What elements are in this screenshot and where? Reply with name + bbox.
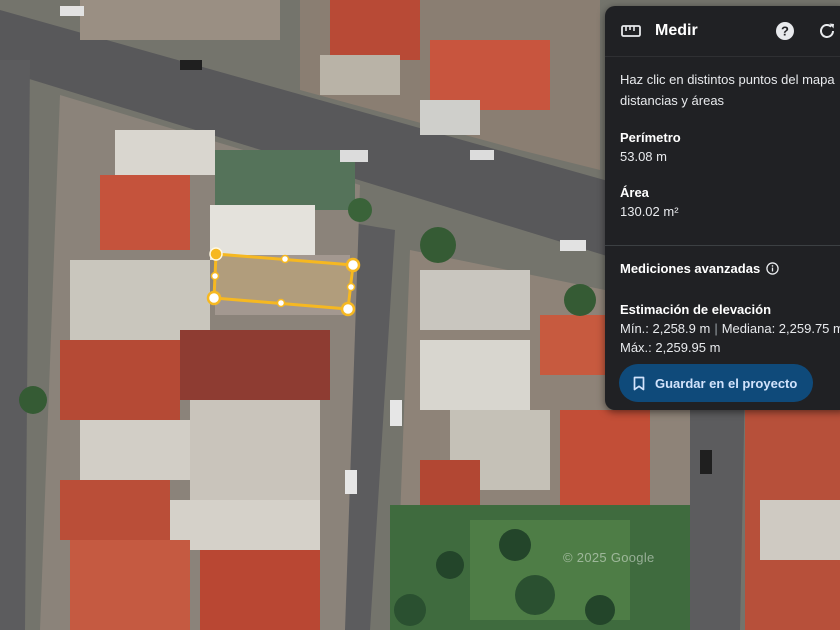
panel-title: Medir (655, 22, 698, 39)
panel-divider (605, 245, 840, 246)
area-value: 130.02 m² (620, 204, 679, 219)
save-button-label: Guardar en el proyecto (655, 375, 798, 391)
ruler-icon (621, 24, 641, 38)
bookmark-icon (633, 376, 645, 391)
elevation-median: Mediana: 2,259.75 m (721, 321, 840, 336)
refresh-button[interactable] (817, 21, 837, 41)
advanced-measurements[interactable]: Mediciones avanzadas (620, 259, 829, 278)
elevation-min: Mín.: 2,258.9 m (620, 321, 711, 336)
separator: | (714, 321, 718, 336)
svg-text:?: ? (781, 24, 789, 39)
elevation-max: Máx.: 2,259.95 m (620, 340, 721, 355)
measure-panel: Medir ? Haz clic en distintos puntos del… (605, 6, 840, 410)
instructions-text: Haz clic en distintos puntos del mapa di… (620, 72, 835, 108)
info-icon[interactable] (766, 262, 779, 275)
help-icon: ? (776, 22, 794, 40)
elevation-label: Estimación de elevación (620, 302, 772, 317)
perimeter-value: 53.08 m (620, 149, 667, 164)
refresh-icon (820, 23, 834, 38)
perimeter-section: Perímetro 53.08 m (620, 128, 829, 166)
elevation-section: Estimación de elevación Mín.: 2,258.9 m |… (620, 300, 840, 357)
save-to-project-button[interactable]: Guardar en el proyecto (619, 364, 814, 402)
elevation-min-median: Mín.: 2,258.9 m | Mediana: 2,259.75 m (620, 319, 840, 338)
area-section: Área 130.02 m² (620, 183, 829, 221)
advanced-label: Mediciones avanzadas (620, 261, 761, 276)
help-button[interactable]: ? (775, 21, 795, 41)
panel-content: Haz clic en distintos puntos del mapa di… (605, 57, 840, 357)
panel-header: Medir ? (605, 6, 840, 57)
area-label: Área (620, 185, 649, 200)
perimeter-label: Perímetro (620, 130, 681, 145)
map-watermark: © 2025 Google (563, 550, 655, 565)
